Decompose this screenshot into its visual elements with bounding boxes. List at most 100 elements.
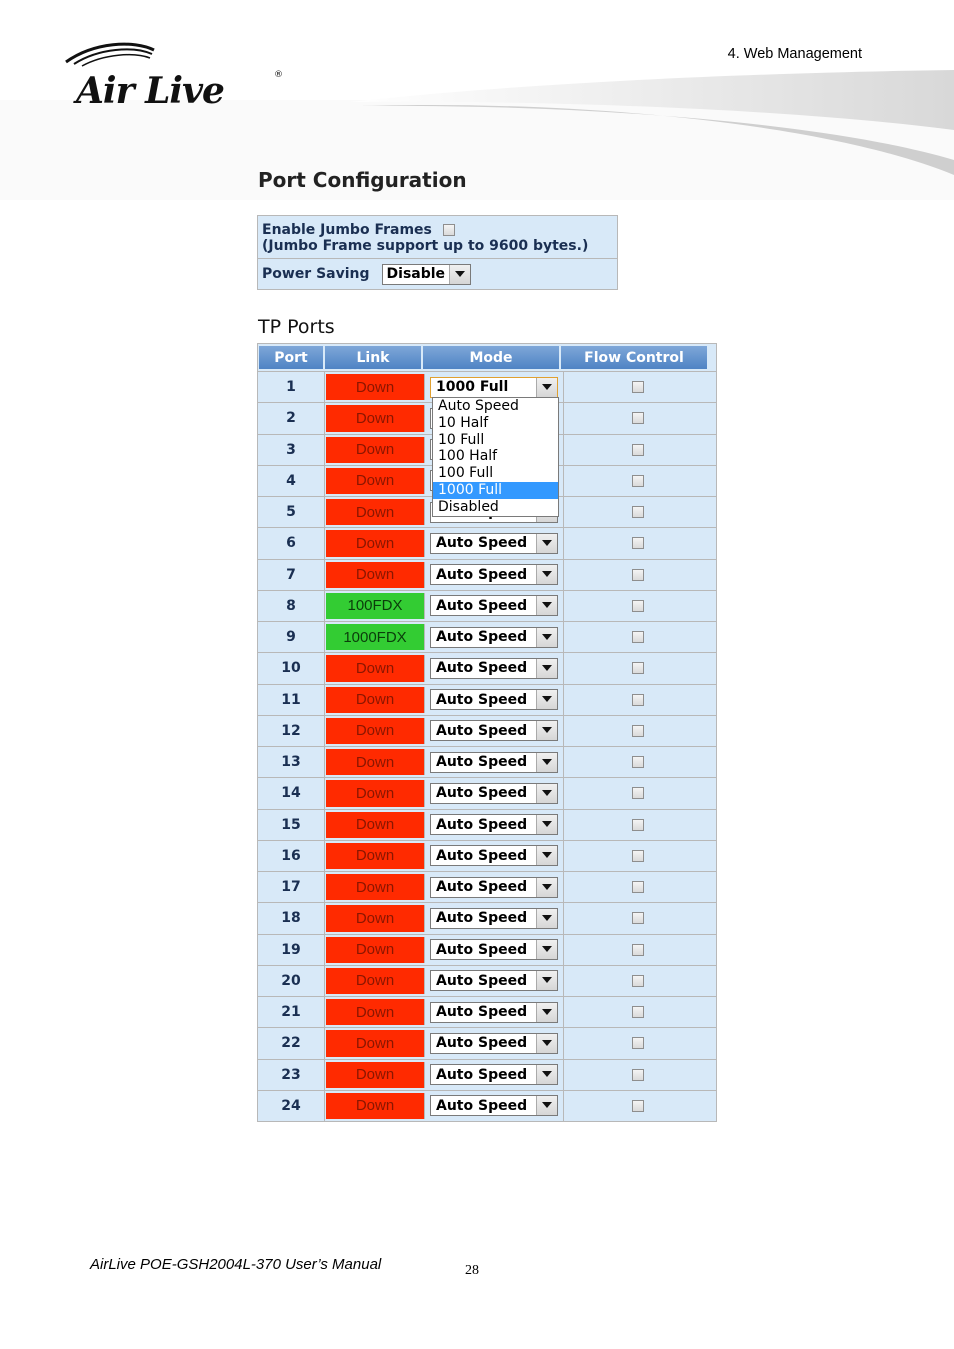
flow-control-checkbox[interactable] [632,881,644,894]
flow-control-cell [564,778,712,808]
mode-cell: Auto Speed [426,622,564,653]
flow-control-checkbox[interactable] [632,1099,644,1112]
mode-select[interactable]: Auto Speed [430,1064,558,1086]
mode-select[interactable]: Auto Speed [430,782,558,804]
flow-control-checkbox[interactable] [632,568,644,581]
link-status: Down [326,686,425,713]
mode-select[interactable]: Auto Speed [430,751,558,773]
mode-select[interactable]: Auto Speed [430,845,558,867]
mode-select[interactable]: Auto Speed [430,876,558,898]
link-status: Down [326,499,425,526]
flow-control-checkbox[interactable] [632,693,644,706]
flow-control-cell [564,560,712,590]
mode-dropdown-list[interactable]: Auto Speed 10 Half 10 Full 100 Half 100 Full… [432,397,559,517]
flow-control-cell [564,872,712,902]
mode-value: Auto Speed [436,597,528,614]
mode-select[interactable]: Auto Speed [430,1001,558,1023]
mode-cell: Auto Speed [426,590,564,621]
chevron-down-icon [536,783,557,803]
flow-control-checkbox[interactable] [632,724,644,737]
table-row: 14 Down Auto Speed [258,777,716,809]
mode-select[interactable]: Auto Speed [430,720,558,742]
link-status: Down [326,749,425,776]
mode-select[interactable]: Auto Speed [430,1095,558,1117]
power-saving-value: Disable [386,266,446,282]
flow-control-cell [564,1028,712,1058]
port-number: 4 [258,465,325,496]
mode-select[interactable]: Auto Speed [430,907,558,929]
port-number: 21 [258,997,325,1028]
flow-control-checkbox[interactable] [632,631,644,644]
mode-cell: Auto Speed [426,653,564,684]
mode-cell: Auto Speed [426,809,564,840]
flow-control-checkbox[interactable] [632,1037,644,1050]
dropdown-option[interactable]: 10 Half [433,415,558,432]
dropdown-option[interactable]: 1000 Full [433,481,558,499]
config-box: Enable Jumbo Frames (Jumbo Frame support… [257,215,618,290]
mode-select[interactable]: 1000 Full [430,376,558,398]
mode-value: Auto Speed [436,785,528,802]
chevron-down-icon [449,264,471,284]
flow-control-cell [564,403,712,433]
port-number: 5 [258,497,325,528]
dropdown-option[interactable]: 100 Half [433,448,558,465]
flow-control-checkbox[interactable] [632,974,644,987]
table-row: 11 Down Auto Speed [258,683,716,715]
jumbo-frames-checkbox[interactable] [442,224,455,236]
mode-select[interactable]: Auto Speed [430,689,558,711]
dropdown-option[interactable]: Disabled [433,499,558,516]
flow-control-checkbox[interactable] [632,412,644,425]
flow-control-checkbox[interactable] [632,1006,644,1019]
mode-value: Auto Speed [436,691,528,708]
mode-value: 1000 Full [436,379,509,396]
mode-select[interactable]: Auto Speed [430,970,558,992]
mode-select[interactable]: Auto Speed [430,595,558,617]
mode-value: Auto Speed [436,1097,528,1114]
flow-control-checkbox[interactable] [632,443,644,456]
mode-cell: Auto Speed [426,1059,564,1090]
mode-select[interactable]: Auto Speed [430,1032,558,1054]
footer-manual-title: AirLive POE-GSH2004L-370 User’s Manual [90,1256,382,1273]
flow-control-cell [564,466,712,496]
dropdown-option[interactable]: Auto Speed [433,398,558,415]
flow-control-checkbox[interactable] [632,662,644,675]
mode-select[interactable]: Auto Speed [430,564,558,586]
link-status: Down [326,717,425,744]
mode-select[interactable]: Auto Speed [430,626,558,648]
flow-control-checkbox[interactable] [632,818,644,831]
mode-select[interactable]: Auto Speed [430,657,558,679]
port-number: 22 [258,1028,325,1059]
flow-control-checkbox[interactable] [632,506,644,519]
mode-select[interactable]: Auto Speed [430,532,558,554]
flow-control-checkbox[interactable] [632,912,644,925]
flow-control-checkbox[interactable] [632,1068,644,1081]
chevron-down-icon [536,658,557,678]
port-number: 7 [258,559,325,590]
link-status: 100FDX [326,592,425,619]
dropdown-option[interactable]: 10 Full [433,432,558,449]
link-status: Down [326,1092,425,1119]
port-number: 10 [258,653,325,684]
mode-select[interactable]: Auto Speed [430,939,558,961]
flow-control-checkbox[interactable] [632,943,644,956]
flow-control-checkbox[interactable] [632,537,644,550]
flow-control-checkbox[interactable] [632,787,644,800]
flow-control-checkbox[interactable] [632,849,644,862]
dropdown-option[interactable]: 100 Full [433,465,558,482]
mode-cell: Auto Speed [426,715,564,746]
flow-control-cell [564,903,712,933]
link-status: Down [326,1061,425,1088]
power-saving-select[interactable]: Disable [381,263,472,285]
chevron-down-icon [536,940,557,960]
port-number: 19 [258,934,325,965]
flow-control-checkbox[interactable] [632,474,644,487]
port-number: 15 [258,809,325,840]
flow-control-checkbox[interactable] [632,756,644,769]
flow-control-checkbox[interactable] [632,599,644,612]
flow-control-checkbox[interactable] [632,381,644,394]
mode-select[interactable]: Auto Speed [430,814,558,836]
link-status: Down [326,874,425,901]
table-row: 23 Down Auto Speed [258,1058,716,1090]
flow-control-cell [564,372,712,402]
table-row: 13 Down Auto Speed [258,746,716,778]
